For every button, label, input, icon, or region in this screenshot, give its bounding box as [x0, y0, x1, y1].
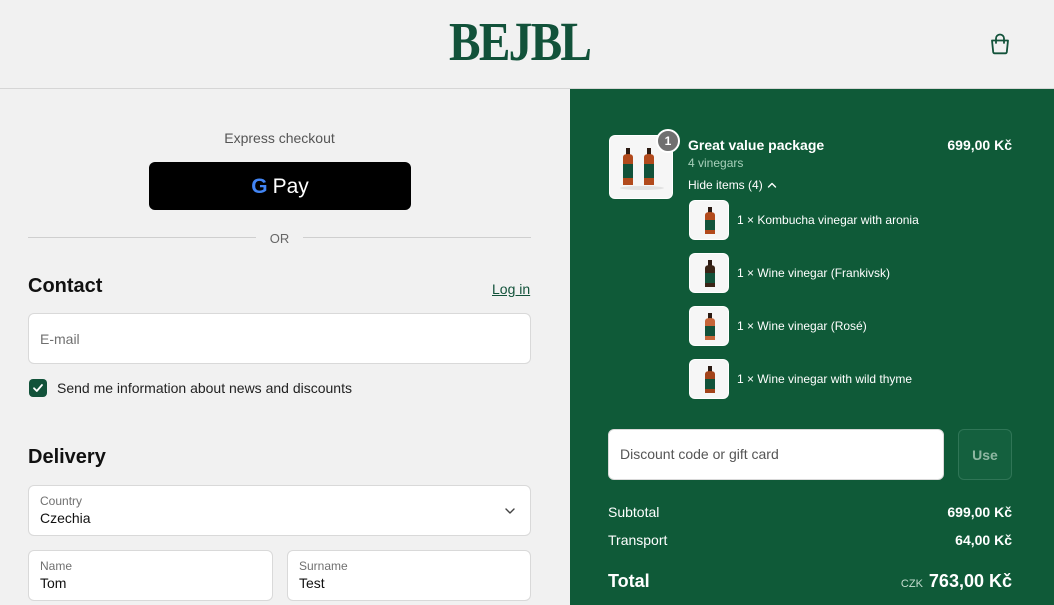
country-value: Czechia [40, 510, 91, 526]
bottle-image [690, 201, 728, 239]
transport-value: 64,00 Kč [955, 532, 1012, 548]
google-pay-button[interactable]: G Pay [149, 162, 411, 210]
name-field[interactable]: Name Tom [28, 550, 273, 601]
discount-input[interactable] [620, 446, 930, 462]
brand-logo[interactable]: BEJBL [449, 14, 592, 70]
subtotal-label: Subtotal [608, 504, 660, 520]
quantity-badge: 1 [656, 129, 680, 153]
bottle-image [690, 307, 728, 345]
product-title: Great value package [688, 137, 825, 153]
total-currency: CZK [900, 578, 923, 590]
surname-value[interactable]: Test [299, 575, 325, 591]
discount-field[interactable] [608, 429, 944, 480]
item-thumbnail [689, 306, 729, 346]
site-header: BEJBL [0, 0, 1054, 89]
checkout-form: Express checkout G Pay OR Contact Log in… [0, 89, 570, 605]
or-text: OR [269, 231, 290, 246]
bottle-image [690, 254, 728, 292]
newsletter-checkbox[interactable] [29, 379, 47, 397]
newsletter-row: Send me information about news and disco… [29, 379, 352, 397]
shopping-bag-icon [991, 33, 1009, 55]
surname-label: Surname [299, 559, 348, 573]
login-link[interactable]: Log in [492, 281, 530, 297]
express-checkout-label: Express checkout [224, 130, 335, 146]
total-amount: 763,00 Kč [928, 571, 1012, 591]
chevron-up-icon [767, 182, 776, 188]
email-input[interactable] [40, 331, 520, 347]
contact-title: Contact [28, 275, 103, 297]
product-price: 699,00 Kč [947, 137, 1012, 153]
surname-field[interactable]: Surname Test [287, 550, 531, 601]
bottle-image [690, 360, 728, 398]
item-thumbnail [689, 359, 729, 399]
delivery-title: Delivery [28, 446, 106, 468]
email-field[interactable] [28, 313, 531, 364]
hide-items-toggle[interactable]: Hide items (4) [688, 178, 777, 192]
newsletter-label: Send me information about news and disco… [57, 380, 352, 396]
google-pay-label: Pay [272, 174, 309, 198]
checkmark-icon [33, 384, 43, 392]
item-label: 1 × Wine vinegar with wild thyme [737, 372, 913, 386]
item-thumbnail [689, 200, 729, 240]
total-value-row: CZK 763,00 Kč [830, 571, 1012, 592]
apply-discount-button[interactable]: Use [958, 429, 1012, 480]
name-value[interactable]: Tom [40, 575, 66, 591]
hide-items-label: Hide items (4) [688, 178, 763, 192]
divider-line-right [303, 237, 531, 238]
country-label: Country [40, 494, 83, 508]
product-subtitle: 4 vinegars [688, 156, 744, 170]
country-select[interactable]: Country Czechia [28, 485, 531, 536]
order-summary: 1 Great value package 4 vinegars 699,00 … [570, 89, 1054, 605]
google-g-icon: G [251, 174, 268, 198]
or-divider: OR [28, 229, 531, 247]
item-label: 1 × Wine vinegar (Rosé) [737, 319, 867, 333]
total-label: Total [608, 571, 650, 591]
item-thumbnail [689, 253, 729, 293]
item-label: 1 × Kombucha vinegar with aronia [737, 213, 919, 227]
transport-label: Transport [608, 532, 668, 548]
subtotal-value: 699,00 Kč [947, 504, 1012, 520]
name-label: Name [40, 559, 73, 573]
item-label: 1 × Wine vinegar (Frankivsk) [737, 266, 891, 280]
chevron-down-icon [505, 508, 515, 514]
cart-button[interactable] [987, 31, 1013, 57]
